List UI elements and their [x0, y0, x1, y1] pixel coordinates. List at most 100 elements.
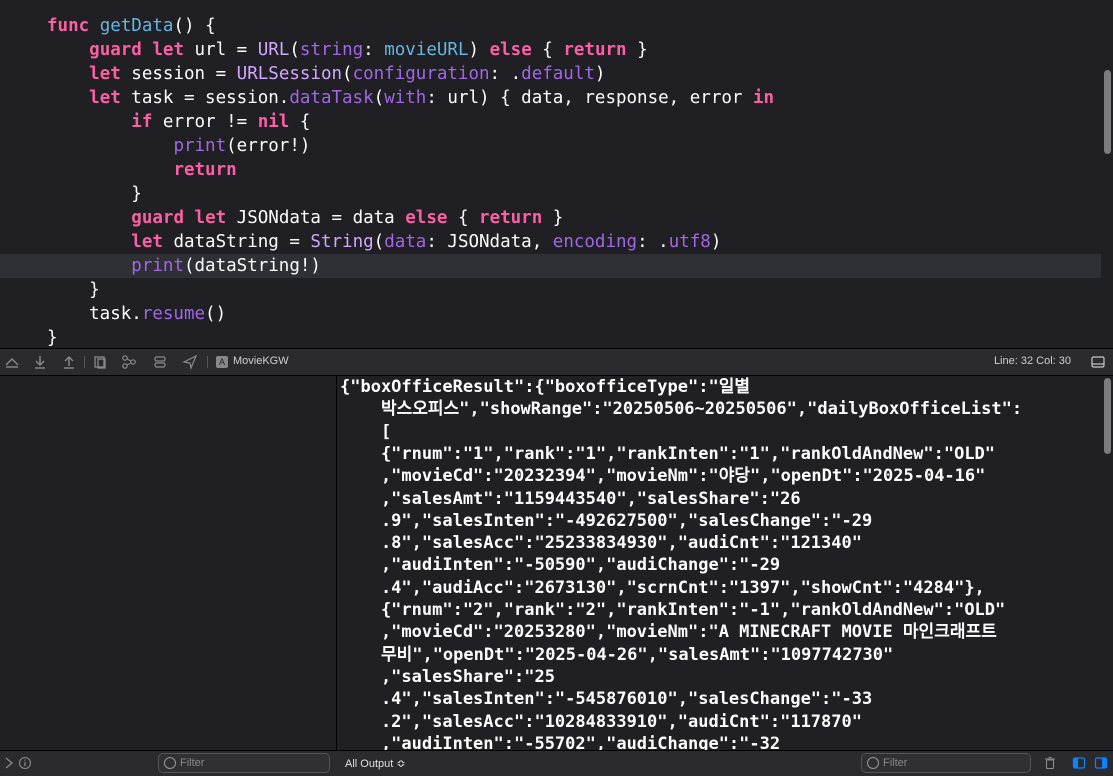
code-token: } — [47, 328, 58, 348]
code-token: movieURL — [384, 40, 469, 60]
console-line: .9","salesInten":"-492627500","salesChan… — [340, 510, 873, 531]
code-token: if — [131, 112, 153, 132]
console-line: ,"movieCd":"20253280","movieNm":"A MINEC… — [340, 622, 997, 643]
code-token: String — [310, 232, 374, 252]
code-token: guard — [89, 40, 142, 60]
code-line[interactable]: } — [0, 278, 1101, 302]
debug-bottom-bar: Filter All Output ≎ Filter — [0, 750, 1113, 776]
code-line[interactable]: } — [0, 182, 1101, 206]
code-token: with — [384, 88, 427, 108]
code-token: ) — [710, 232, 722, 252]
code-token: else — [405, 208, 448, 228]
code-editor[interactable]: func getData() { guard let url = URL(str… — [0, 0, 1113, 348]
console-line: 박스오피스","showRange":"20250506~20250506","… — [340, 399, 1023, 420]
line-col-indicator: Line: 32 Col: 30 — [993, 355, 1071, 367]
code-token: task. — [47, 304, 142, 324]
console-line: {"rnum":"2","rank":"2","rankInten":"-1",… — [340, 600, 1006, 620]
code-line[interactable]: task.resume() — [0, 302, 1101, 326]
code-token: let — [131, 232, 163, 252]
view-hierarchy-icon[interactable] — [92, 354, 108, 370]
editor-scroll-thumb[interactable] — [1104, 70, 1111, 154]
code-line[interactable]: let task = session.dataTask(with: url) {… — [0, 86, 1101, 110]
code-token: { — [531, 40, 564, 60]
scheme-name[interactable]: MovieKGW — [233, 355, 289, 367]
console-filter-field[interactable]: Filter — [861, 753, 1031, 773]
code-token: } — [47, 184, 142, 204]
code-line[interactable]: print(error!) — [0, 134, 1101, 158]
trash-icon[interactable] — [1043, 756, 1057, 770]
code-line[interactable]: guard let JSONdata = data else { return … — [0, 206, 1101, 230]
right-panel-toggle-icon[interactable] — [1094, 756, 1108, 770]
console-line: ,"salesAmt":"1159443540","salesShare":"2… — [340, 488, 801, 509]
code-token: let — [89, 88, 121, 108]
code-token: data — [384, 232, 427, 252]
code-token: return — [173, 160, 237, 180]
console-line: [ — [340, 421, 392, 442]
step-in-icon[interactable] — [61, 354, 77, 370]
left-panel-toggle-icon[interactable] — [1072, 756, 1086, 770]
code-token: : — [363, 40, 385, 60]
editor-scrollbar[interactable] — [1101, 0, 1113, 348]
step-over-icon[interactable] — [32, 354, 48, 370]
expand-icon[interactable] — [2, 756, 16, 770]
console-output[interactable]: {"boxOfficeResult":{"boxofficeType":"일별 … — [337, 376, 1113, 750]
code-token: print — [131, 256, 184, 276]
variables-filter-field[interactable]: Filter — [158, 753, 330, 773]
console-line: ,"salesShare":"25 — [340, 666, 555, 687]
code-line[interactable]: } — [0, 326, 1101, 348]
code-token: URLSession — [236, 64, 343, 84]
code-line[interactable]: let session = URLSession(configuration: … — [0, 62, 1101, 86]
code-token: dataString = — [162, 232, 311, 252]
code-token: { — [289, 112, 311, 132]
code-token: } — [47, 280, 100, 300]
code-token: configuration — [352, 64, 490, 84]
code-token: return — [479, 208, 543, 228]
console-scroll-thumb[interactable] — [1104, 378, 1111, 454]
code-line[interactable]: return — [0, 158, 1101, 182]
toolbar-divider — [84, 356, 85, 368]
code-token: in — [752, 88, 775, 108]
info-icon[interactable] — [18, 756, 32, 770]
code-token: let — [89, 64, 121, 84]
code-token: (error!) — [226, 136, 311, 156]
code-token: ( — [342, 64, 353, 84]
console-filter-placeholder: Filter — [883, 757, 908, 769]
output-selector[interactable]: All Output ≎ — [345, 757, 406, 770]
code-token: url = — [184, 40, 258, 60]
console-line: ,"audiInten":"-50590","audiChange":"-29 — [340, 555, 781, 576]
filter-icon — [164, 757, 176, 769]
hide-debug-icon[interactable] — [4, 354, 20, 370]
code-token: resume — [141, 304, 206, 324]
code-line[interactable]: print(dataString!) — [0, 254, 1101, 278]
code-line[interactable]: if error != nil { — [0, 110, 1101, 134]
console-line: 무비","openDt":"2025-04-26","salesAmt":"10… — [340, 644, 894, 665]
code-line[interactable]: guard let url = URL(string: movieURL) el… — [0, 38, 1101, 62]
environment-icon[interactable] — [152, 354, 168, 370]
code-token: (dataString!) — [183, 256, 321, 276]
toggle-panel-icon[interactable] — [1090, 354, 1106, 370]
console-line: .4","audiAcc":"2673130","scrnCnt":"1397"… — [340, 577, 985, 598]
code-token: dataTask — [289, 88, 374, 108]
code-token: let — [194, 208, 227, 228]
memory-graph-icon[interactable] — [121, 354, 137, 370]
console-line: .8","salesAcc":"25233834930","audiCnt":"… — [340, 533, 862, 554]
variables-filter-placeholder: Filter — [180, 757, 205, 769]
code-token: getData — [99, 16, 174, 36]
filter-icon — [867, 757, 879, 769]
code-token: print — [173, 136, 227, 156]
console-scrollbar[interactable] — [1101, 376, 1113, 750]
code-line[interactable]: func getData() { — [0, 14, 1101, 38]
code-token: default — [521, 64, 595, 84]
code-line[interactable]: let dataString = String(data: JSONdata, … — [0, 230, 1101, 254]
location-icon[interactable] — [182, 354, 198, 371]
variables-view[interactable] — [0, 376, 337, 750]
code-token: func — [47, 16, 90, 36]
